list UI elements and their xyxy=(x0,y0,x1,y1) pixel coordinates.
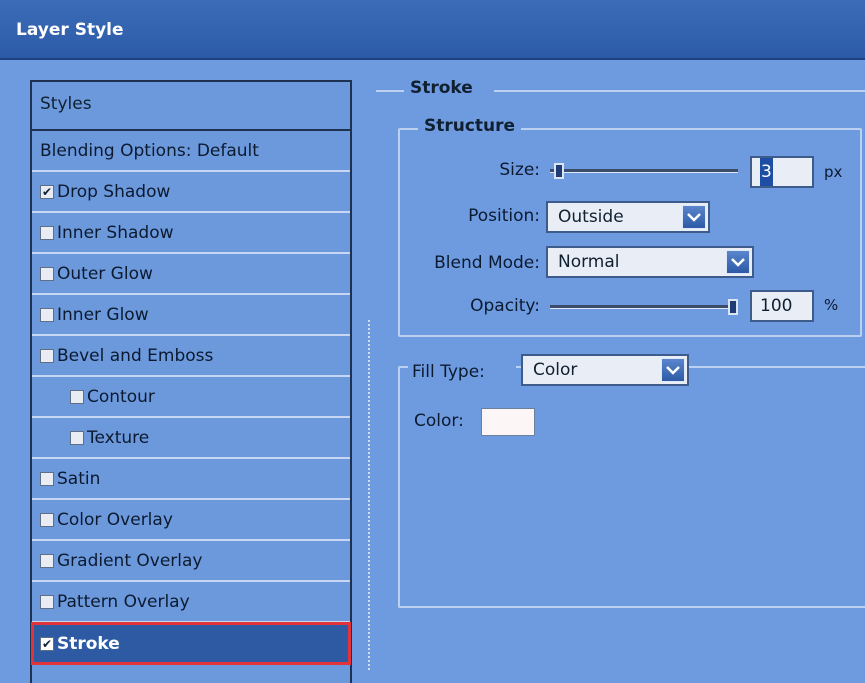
stroke-section-title: Stroke xyxy=(404,78,479,98)
chevron-down-icon[interactable] xyxy=(726,250,750,274)
checkbox-unchecked[interactable] xyxy=(40,471,54,486)
opacity-label: Opacity: xyxy=(470,296,540,316)
style-item-color-overlay[interactable]: Color Overlay xyxy=(32,500,350,541)
fill-type-value: Color xyxy=(533,360,578,380)
color-label: Color: xyxy=(414,411,464,431)
checkbox-unchecked[interactable] xyxy=(40,512,54,527)
style-item-contour[interactable]: Contour xyxy=(32,377,350,418)
style-item-label: Blending Options: Default xyxy=(40,140,259,161)
style-item-label: Contour xyxy=(87,386,155,407)
opacity-unit: % xyxy=(824,296,839,314)
fill-frame xyxy=(398,366,865,608)
style-item-texture[interactable]: Texture xyxy=(32,418,350,459)
style-item-label: Pattern Overlay xyxy=(57,591,190,612)
style-item-label: Inner Glow xyxy=(57,304,149,325)
style-item-label: Color Overlay xyxy=(57,509,173,530)
checkbox-checked[interactable]: ✔ xyxy=(40,184,54,199)
style-item-bevel-and-emboss[interactable]: Bevel and Emboss xyxy=(32,336,350,377)
opacity-input[interactable]: 100 xyxy=(750,290,814,322)
position-select[interactable]: Outside xyxy=(546,201,710,233)
style-item-label: Gradient Overlay xyxy=(57,550,203,571)
checkbox-checked[interactable]: ✔ xyxy=(40,636,54,651)
position-value: Outside xyxy=(558,207,624,227)
position-label: Position: xyxy=(468,206,540,226)
style-item-gradient-overlay[interactable]: Gradient Overlay xyxy=(32,541,350,582)
checkbox-unchecked[interactable] xyxy=(70,430,84,445)
opacity-value: 100 xyxy=(760,296,793,316)
checkbox-unchecked[interactable] xyxy=(40,225,54,240)
style-item-pattern-overlay[interactable]: Pattern Overlay xyxy=(32,582,350,623)
title-bar[interactable]: Layer Style xyxy=(0,0,865,60)
stroke-group-line-left xyxy=(376,90,406,92)
chevron-down-icon[interactable] xyxy=(661,358,685,382)
style-item-label: Bevel and Emboss xyxy=(57,345,214,366)
color-swatch[interactable] xyxy=(481,408,535,436)
blend-mode-value: Normal xyxy=(558,252,620,272)
style-item-label: Satin xyxy=(57,468,101,489)
fill-type-select[interactable]: Color xyxy=(521,354,689,386)
size-unit: px xyxy=(824,163,843,181)
structure-title: Structure xyxy=(418,116,522,136)
style-item-label: Drop Shadow xyxy=(57,181,171,202)
checkbox-unchecked[interactable] xyxy=(40,553,54,568)
opacity-slider-thumb[interactable] xyxy=(728,299,738,315)
checkbox-unchecked[interactable] xyxy=(40,348,54,363)
window-title: Layer Style xyxy=(16,20,124,40)
style-item-outer-glow[interactable]: Outer Glow xyxy=(32,254,350,295)
style-item-drop-shadow[interactable]: ✔ Drop Shadow xyxy=(32,172,350,213)
style-item-inner-glow[interactable]: Inner Glow xyxy=(32,295,350,336)
size-input[interactable]: 3 xyxy=(750,156,814,188)
dotted-divider xyxy=(368,320,370,670)
style-item-label: Texture xyxy=(87,427,150,448)
checkbox-unchecked[interactable] xyxy=(40,266,54,281)
size-slider-track[interactable] xyxy=(550,169,738,173)
style-item-label: Inner Shadow xyxy=(57,222,174,243)
style-item-inner-shadow[interactable]: Inner Shadow xyxy=(32,213,350,254)
size-label: Size: xyxy=(499,160,540,180)
style-item-label: Outer Glow xyxy=(57,263,153,284)
size-slider-thumb[interactable] xyxy=(553,163,564,179)
style-rows: Blending Options: Default ✔ Drop Shadow Inn… xyxy=(31,131,351,665)
chevron-down-icon[interactable] xyxy=(682,205,706,229)
checkbox-unchecked[interactable] xyxy=(40,594,54,609)
style-item-stroke[interactable]: ✔ Stroke xyxy=(31,622,351,665)
blend-mode-select[interactable]: Normal xyxy=(546,246,754,278)
stroke-group-line-right xyxy=(494,90,865,92)
dialog-body: Styles Blending Options: Default ✔ Drop Sh… xyxy=(0,60,865,683)
fill-type-label: Fill Type: xyxy=(408,362,516,382)
style-item-label: Stroke xyxy=(57,633,120,654)
styles-list: Styles Blending Options: Default ✔ Drop Sh… xyxy=(30,80,352,683)
style-item-blending-options-default[interactable]: Blending Options: Default xyxy=(32,131,350,172)
styles-header[interactable]: Styles xyxy=(32,82,350,131)
checkbox-unchecked[interactable] xyxy=(40,307,54,322)
style-item-satin[interactable]: Satin xyxy=(32,459,350,500)
size-value: 3 xyxy=(760,158,773,186)
blend-mode-label: Blend Mode: xyxy=(434,253,540,273)
opacity-slider-track[interactable] xyxy=(550,305,738,309)
checkbox-unchecked[interactable] xyxy=(70,389,84,404)
